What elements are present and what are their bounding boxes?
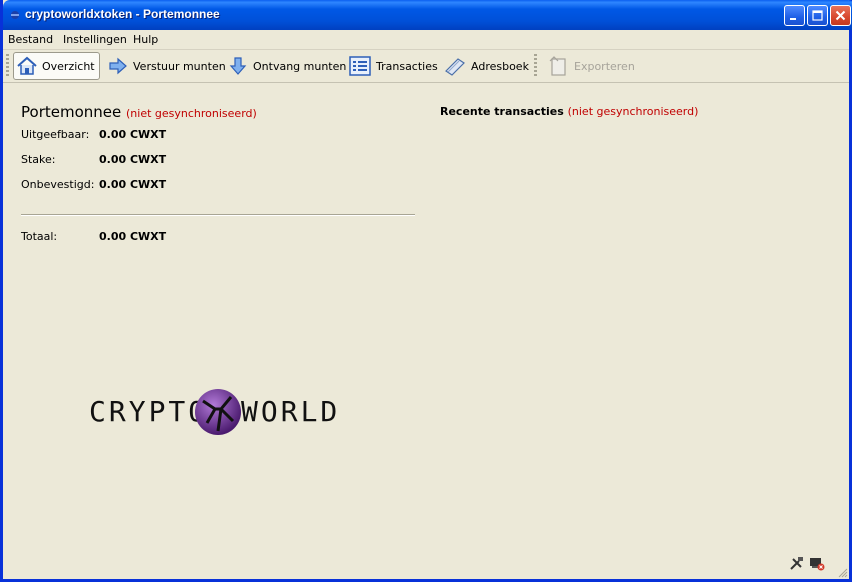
maximize-button[interactable] [807,5,828,26]
overview-page: Portemonnee (niet gesynchroniseerd) Uitg… [3,83,849,579]
app-icon [11,11,19,19]
toolbar-transactions-label: Transacties [376,59,438,73]
globe-logo-icon [195,389,241,435]
toolbar-overview-label: Overzicht [42,59,95,73]
wallet-section-title: Portemonnee (niet gesynchroniseerd) [21,103,257,121]
total-value: 0.00 CWXT [99,230,167,243]
receive-arrow-icon [229,57,247,75]
stake-label: Stake: [21,153,56,166]
transactions-list-icon [349,56,371,76]
window-title: cryptoworldxtoken - Portemonnee [25,7,220,21]
toolbar-export-button[interactable]: Exporteren [544,52,639,80]
toolbar-separator [534,54,537,78]
toolbar: Overzicht Verstuur munten Ontvang munten… [3,50,849,83]
toolbar-overview-button[interactable]: Overzicht [13,52,100,80]
unconfirmed-value: 0.00 CWXT [99,178,167,191]
minimize-button[interactable] [784,5,805,26]
logo-text-right: WORLD [241,395,341,428]
maximize-icon [812,10,823,21]
logo-text-left: CRYPTO [89,395,209,428]
close-button[interactable] [830,5,851,26]
recent-transactions-header: Recente transacties (niet gesynchronisee… [440,105,698,118]
menu-bar: Bestand Instellingen Hulp [3,30,849,50]
balance-divider [21,214,415,216]
total-label: Totaal: [21,230,58,243]
minimize-icon [790,18,796,20]
wallet-title: Portemonnee [21,103,122,121]
resize-grip-icon[interactable] [836,566,848,578]
home-icon [17,56,37,75]
toolbar-send-button[interactable]: Verstuur munten [105,52,230,80]
toolbar-addressbook-label: Adresboek [471,59,529,73]
recent-transactions-title: Recente transacties [440,105,564,118]
stake-value: 0.00 CWXT [99,153,167,166]
main-window: cryptoworldxtoken - Portemonnee Bestand … [0,0,852,582]
status-bar-icons [789,555,825,571]
toolbar-transactions-button[interactable]: Transacties [346,52,442,80]
network-offline-icon[interactable] [809,555,825,571]
wallet-sync-status: (niet gesynchroniseerd) [126,107,257,120]
cryptoworld-logo: CRYPTO WORLD [89,385,351,441]
menu-bestand[interactable]: Bestand [8,33,53,46]
toolbar-receive-label: Ontvang munten [253,59,347,73]
title-bar[interactable]: cryptoworldxtoken - Portemonnee [3,0,852,30]
spendable-value: 0.00 CWXT [99,128,167,141]
staking-tools-icon[interactable] [789,555,805,571]
address-book-icon [445,58,465,76]
toolbar-send-label: Verstuur munten [133,59,226,73]
toolbar-receive-button[interactable]: Ontvang munten [225,52,350,80]
export-icon [549,56,566,76]
spendable-label: Uitgeefbaar: [21,128,90,141]
toolbar-addressbook-button[interactable]: Adresboek [441,52,533,80]
menu-hulp[interactable]: Hulp [133,33,158,46]
toolbar-export-label: Exporteren [574,59,635,73]
recent-sync-status: (niet gesynchroniseerd) [567,105,699,118]
menu-instellingen[interactable]: Instellingen [63,33,127,46]
unconfirmed-label: Onbevestigd: [21,178,95,191]
send-arrow-icon [109,57,127,75]
close-icon [835,10,846,21]
toolbar-grip[interactable] [6,54,9,78]
